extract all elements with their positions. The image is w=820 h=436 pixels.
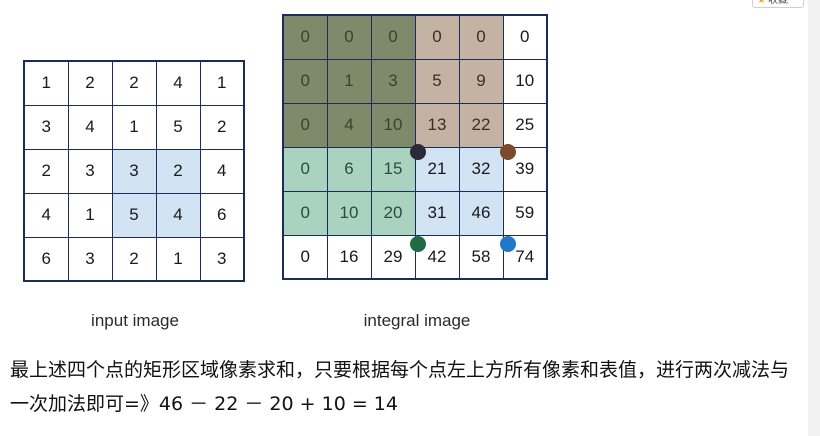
corner-dot-bottom-left xyxy=(410,236,426,252)
integral-grid-cell: 0 xyxy=(414,14,460,60)
input-image-caption: input image xyxy=(91,311,179,330)
input-grid-cell: 3 xyxy=(67,236,113,282)
corner-dot-top-left xyxy=(410,144,426,160)
input-grid-cell: 3 xyxy=(23,104,69,150)
input-grid-cell: 4 xyxy=(67,104,113,150)
input-grid-cell: 4 xyxy=(199,148,245,194)
favorite-button[interactable]: ★ 收藏 xyxy=(752,0,804,8)
input-grid-cell: 4 xyxy=(155,192,201,238)
integral-grid-row: 0 10 20 31 46 59 xyxy=(282,190,548,236)
input-grid-cell: 3 xyxy=(111,148,157,194)
integral-grid-cell: 0 xyxy=(370,14,416,60)
input-grid-cell: 1 xyxy=(111,104,157,150)
favorite-label: 收藏 xyxy=(767,0,788,6)
input-image-grid: 1224134152233244154663213 xyxy=(23,60,245,282)
input-grid-row: 41546 xyxy=(23,192,245,238)
input-grid-cell: 4 xyxy=(155,60,201,106)
integral-image-caption: integral image xyxy=(363,311,471,330)
integral-grid-cell: 32 xyxy=(458,146,504,192)
input-grid-cell: 2 xyxy=(199,104,245,150)
integral-grid-row: 000000 xyxy=(282,14,548,60)
star-icon: ★ xyxy=(757,0,766,6)
input-grid-cell: 3 xyxy=(67,148,113,194)
content-panel: ★ 收藏 1224134152233244154663213 input imag… xyxy=(0,0,808,436)
explanation-text: 最上述四个点的矩形区域像素求和，只要根据每个点左上方所有像素和表值，进行两次减法… xyxy=(10,359,790,415)
input-grid-cell: 1 xyxy=(23,60,69,106)
input-grid-row: 63213 xyxy=(23,236,245,282)
integral-grid-cell: 29 xyxy=(370,234,416,280)
integral-grid-cell: 25 xyxy=(502,102,548,148)
integral-grid-cell: 0 xyxy=(282,146,328,192)
integral-grid-cell: 0 xyxy=(282,58,328,104)
input-grid-cell: 5 xyxy=(111,192,157,238)
integral-grid-cell: 0 xyxy=(282,14,328,60)
corner-dot-top-right xyxy=(500,144,516,160)
input-grid-row: 23324 xyxy=(23,148,245,194)
integral-grid-cell: 46 xyxy=(458,190,504,236)
input-grid-cell: 1 xyxy=(155,236,201,282)
integral-grid-row: 0 4 10 13 22 25 xyxy=(282,102,548,148)
input-grid-cell: 2 xyxy=(111,60,157,106)
integral-grid-cell: 3 xyxy=(370,58,416,104)
integral-grid-cell: 5 xyxy=(414,58,460,104)
integral-grid-cell: 20 xyxy=(370,190,416,236)
integral-grid-cell: 16 xyxy=(326,234,372,280)
integral-grid-cell: 1 xyxy=(326,58,372,104)
input-grid-cell: 1 xyxy=(67,192,113,238)
input-grid-cell: 5 xyxy=(155,104,201,150)
integral-grid-cell: 59 xyxy=(502,190,548,236)
input-grid-row: 34152 xyxy=(23,104,245,150)
integral-grid-cell: 0 xyxy=(282,190,328,236)
input-grid-cell: 2 xyxy=(111,236,157,282)
integral-grid-cell: 31 xyxy=(414,190,460,236)
integral-grid-cell: 9 xyxy=(458,58,504,104)
integral-grid-cell: 13 xyxy=(414,102,460,148)
integral-grid-cell: 10 xyxy=(370,102,416,148)
integral-grid-cell: 6 xyxy=(326,146,372,192)
integral-grid-cell: 0 xyxy=(282,102,328,148)
input-grid-row: 12241 xyxy=(23,60,245,106)
input-grid-cell: 4 xyxy=(23,192,69,238)
input-grid-cell: 2 xyxy=(155,148,201,194)
integral-grid-cell: 4 xyxy=(326,102,372,148)
input-grid-cell: 6 xyxy=(199,192,245,238)
integral-grid-cell: 0 xyxy=(458,14,504,60)
integral-grid-cell: 22 xyxy=(458,102,504,148)
integral-grid-cell: 10 xyxy=(326,190,372,236)
integral-grid-cell: 0 xyxy=(502,14,548,60)
input-grid-cell: 6 xyxy=(23,236,69,282)
input-grid-cell: 3 xyxy=(199,236,245,282)
corner-dot-bottom-right xyxy=(500,236,516,252)
integral-grid-cell: 58 xyxy=(458,234,504,280)
integral-grid-cell: 0 xyxy=(326,14,372,60)
integral-grid-cell: 0 xyxy=(282,234,328,280)
integral-grid-cell: 15 xyxy=(370,146,416,192)
input-grid-cell: 1 xyxy=(199,60,245,106)
integral-grid-cell: 10 xyxy=(502,58,548,104)
input-grid-cell: 2 xyxy=(23,148,69,194)
input-grid-cell: 2 xyxy=(67,60,113,106)
integral-grid-row: 0 1 3 5 9 10 xyxy=(282,58,548,104)
